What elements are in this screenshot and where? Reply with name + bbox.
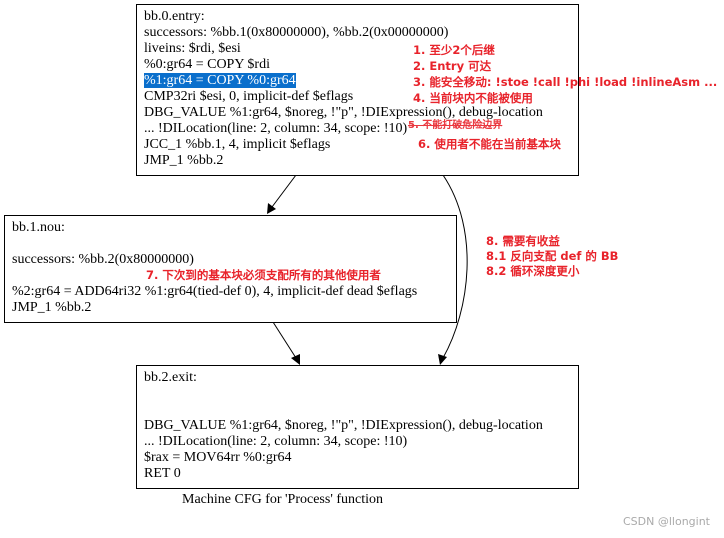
node-line: JMP_1 %bb.2	[144, 153, 224, 168]
node-line: RET 0	[144, 466, 181, 481]
annotation-2: 2. Entry 可达	[413, 59, 492, 73]
edge-bb1-bb2	[272, 321, 297, 359]
node-line: JMP_1 %bb.2	[12, 300, 92, 315]
node-bb2-exit[interactable]: bb.2.exit: DBG_VALUE %1:gr64, $noreg, !"…	[136, 365, 579, 489]
watermark: CSDN @llongint	[623, 515, 710, 528]
edge-bb1-bb2-arrow	[291, 354, 300, 365]
node-line: liveins: $rdi, $esi	[144, 41, 241, 56]
annotation-4: 4. 当前块内不能被使用	[413, 91, 533, 105]
annotation-6: 6. 使用者不能在当前基本块	[418, 137, 561, 151]
node-line: successors: %bb.2(0x80000000)	[12, 252, 194, 267]
graph-caption: Machine CFG for 'Process' function	[182, 492, 384, 507]
node-line: ... !DILocation(line: 2, column: 34, sco…	[144, 434, 408, 449]
edge-bb0-bb1-arrow	[267, 203, 276, 214]
node-title: bb.0.entry:	[144, 9, 205, 24]
edge-bb0-bb1	[271, 174, 297, 208]
annotation-7: 7. 下次到的基本块必须支配所有的其他使用者	[146, 268, 381, 282]
node-line: $rax = MOV64rr %0:gr64	[144, 450, 292, 465]
annotation-8-2: 8.2 循环深度更小	[486, 264, 580, 278]
annotation-3: 3. 能安全移动: !stoe !call !phi !load !inline…	[413, 75, 718, 89]
node-line: ... !DILocation(line: 2, column: 34, sco…	[144, 121, 408, 136]
node-title: bb.2.exit:	[144, 370, 197, 385]
node-line: DBG_VALUE %1:gr64, $noreg, !"p", !DIExpr…	[144, 418, 543, 433]
node-line: %0:gr64 = COPY $rdi	[144, 57, 270, 72]
node-line: %2:gr64 = ADD64ri32 %1:gr64(tied-def 0),…	[12, 284, 418, 299]
node-line: successors: %bb.1(0x80000000), %bb.2(0x0…	[144, 25, 449, 40]
annotation-1: 1. 至少2个后继	[413, 43, 495, 57]
edge-bb0-bb2-arrow	[438, 354, 447, 365]
node-title: bb.1.nou:	[12, 220, 65, 235]
annotation-5-struck: 5. 不能打破危险边界	[408, 120, 503, 131]
highlighted-line: %1:gr64 = COPY %0:gr64	[144, 73, 296, 88]
node-line: DBG_VALUE %1:gr64, $noreg, !"p", !DIExpr…	[144, 105, 543, 120]
